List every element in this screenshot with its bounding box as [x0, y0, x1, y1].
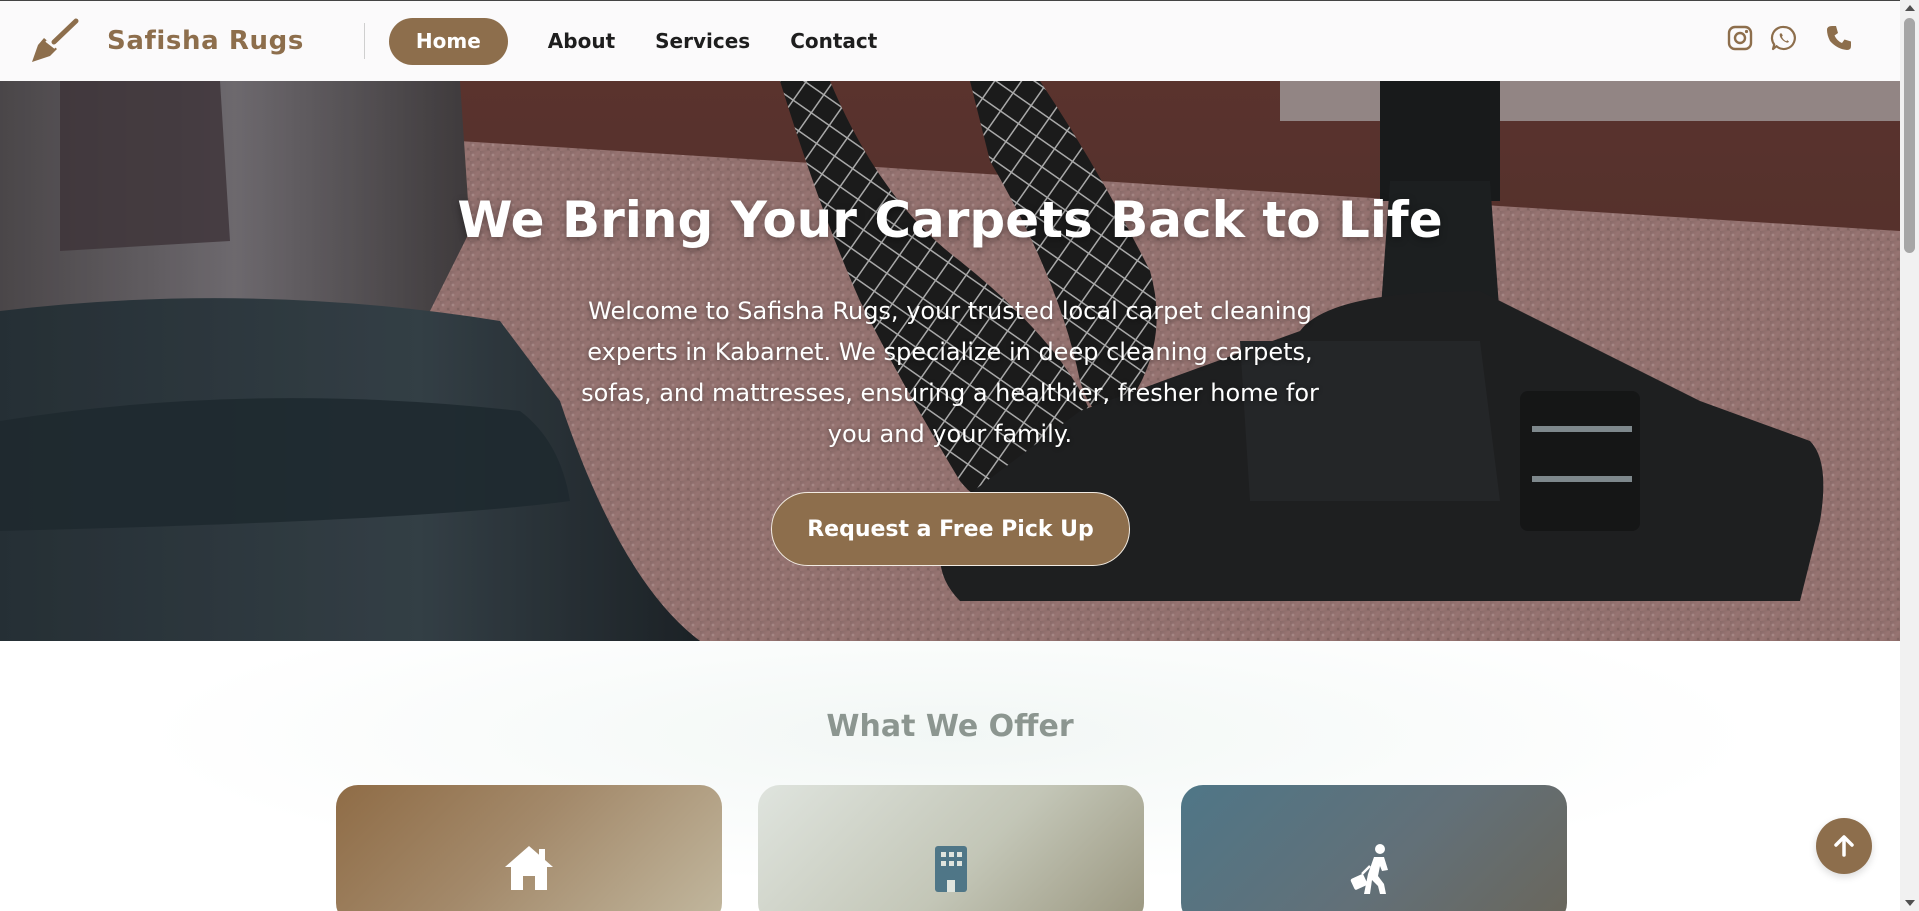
main-nav: Home About Services Contact: [388, 17, 917, 65]
page-scrollbar[interactable]: [1900, 0, 1919, 911]
traveler-luggage-icon: [1350, 844, 1388, 894]
offers-title: What We Offer: [826, 709, 1074, 744]
offer-card-pickup[interactable]: [1181, 785, 1567, 911]
social-links: [1710, 23, 1854, 53]
navbar: Safisha Rugs Home About Services Contact: [0, 0, 1900, 81]
offers-section: What We Offer: [0, 641, 1900, 911]
brand-name: Safisha Rugs: [107, 26, 304, 56]
hero-content: We Bring Your Carpets Back to Life Welco…: [0, 81, 1900, 641]
nav-services[interactable]: Services: [655, 29, 750, 53]
hero-section: We Bring Your Carpets Back to Life Welco…: [0, 81, 1900, 641]
scroll-up-arrow[interactable]: [1905, 5, 1915, 11]
whatsapp-icon[interactable]: [1770, 24, 1798, 52]
scroll-to-top-button[interactable]: [1816, 818, 1872, 874]
nav-contact[interactable]: Contact: [790, 29, 877, 53]
phone-icon[interactable]: [1824, 23, 1854, 53]
request-pickup-button[interactable]: Request a Free Pick Up: [771, 492, 1130, 566]
scroll-down-arrow[interactable]: [1905, 900, 1915, 906]
nav-home[interactable]: Home: [388, 17, 508, 65]
instagram-icon[interactable]: [1726, 24, 1754, 52]
nav-about[interactable]: About: [548, 29, 615, 53]
building-icon: [935, 846, 967, 892]
nav-divider: [363, 23, 365, 59]
scroll-thumb[interactable]: [1904, 18, 1915, 253]
home-icon: [505, 846, 553, 890]
offer-card-home[interactable]: [336, 785, 722, 911]
offer-card-office[interactable]: [758, 785, 1144, 911]
hero-description: Welcome to Safisha Rugs, your trusted lo…: [581, 297, 1319, 448]
brand[interactable]: Safisha Rugs: [28, 17, 304, 65]
broom-logo-icon: [32, 18, 79, 62]
hero-title: We Bring Your Carpets Back to Life: [457, 191, 1443, 249]
arrow-up-icon: [1834, 835, 1854, 857]
